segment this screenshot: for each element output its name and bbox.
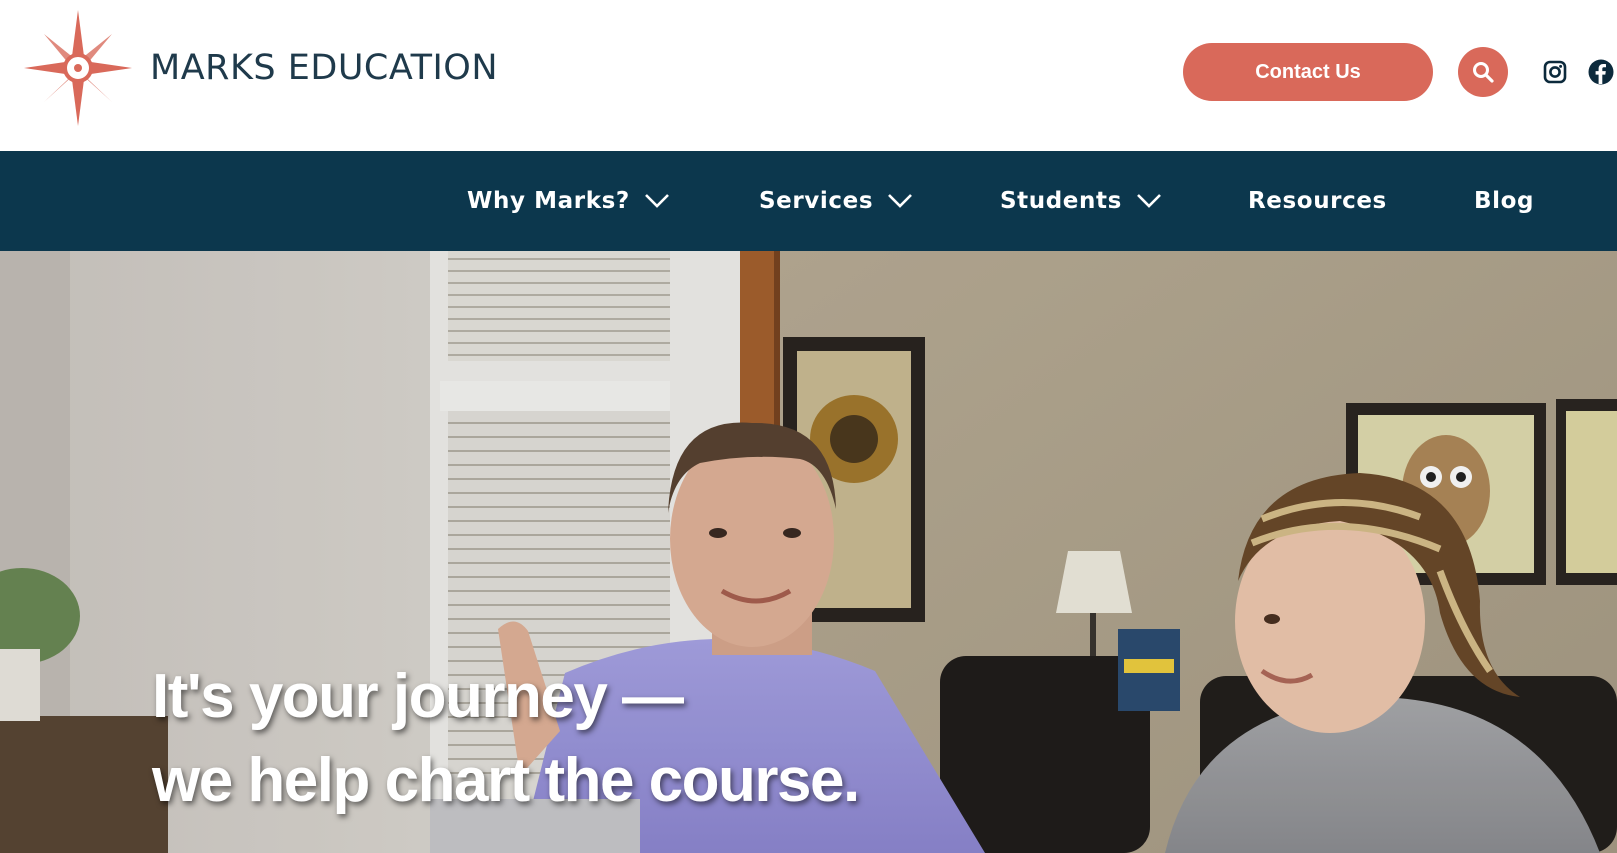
instagram-link[interactable] — [1542, 59, 1568, 85]
nav-item-blog[interactable]: Blog — [1474, 151, 1534, 251]
nav-item-why-marks[interactable]: Why Marks? — [467, 151, 670, 251]
brand-name: MARKS EDUCATION — [150, 48, 499, 88]
instagram-icon — [1543, 60, 1567, 84]
nav-item-label: Blog — [1474, 188, 1535, 214]
hero-headline-line-1: It's your journey — — [152, 662, 684, 731]
compass-star-icon — [24, 10, 132, 126]
nav-item-label: Why Marks? — [467, 188, 630, 214]
facebook-icon — [1588, 59, 1614, 85]
facebook-link[interactable] — [1588, 59, 1614, 85]
nav-item-label: Students — [1000, 188, 1122, 214]
search-button[interactable] — [1458, 47, 1508, 97]
chevron-down-icon — [888, 194, 913, 208]
hero-banner: It's your journey — we help chart the co… — [0, 251, 1617, 853]
nav-item-label: Resources — [1248, 188, 1387, 214]
chevron-down-icon — [1136, 194, 1161, 208]
nav-item-services[interactable]: Services — [759, 151, 913, 251]
hero-headline: It's your journey — we help chart the co… — [152, 655, 1052, 823]
hero-headline-line-2: we help chart the course. — [152, 746, 860, 815]
nav-item-label: Services — [759, 188, 874, 214]
nav-item-students[interactable]: Students — [1000, 151, 1162, 251]
nav-item-resources[interactable]: Resources — [1248, 151, 1387, 251]
chevron-down-icon — [644, 194, 669, 208]
contact-us-button[interactable]: Contact Us — [1183, 43, 1433, 101]
main-navigation: Why Marks? Services Students Resources B… — [0, 151, 1617, 251]
site-logo[interactable]: MARKS EDUCATION — [22, 8, 498, 128]
search-icon — [1473, 62, 1494, 83]
site-header: MARKS EDUCATION Contact Us — [0, 0, 1617, 151]
